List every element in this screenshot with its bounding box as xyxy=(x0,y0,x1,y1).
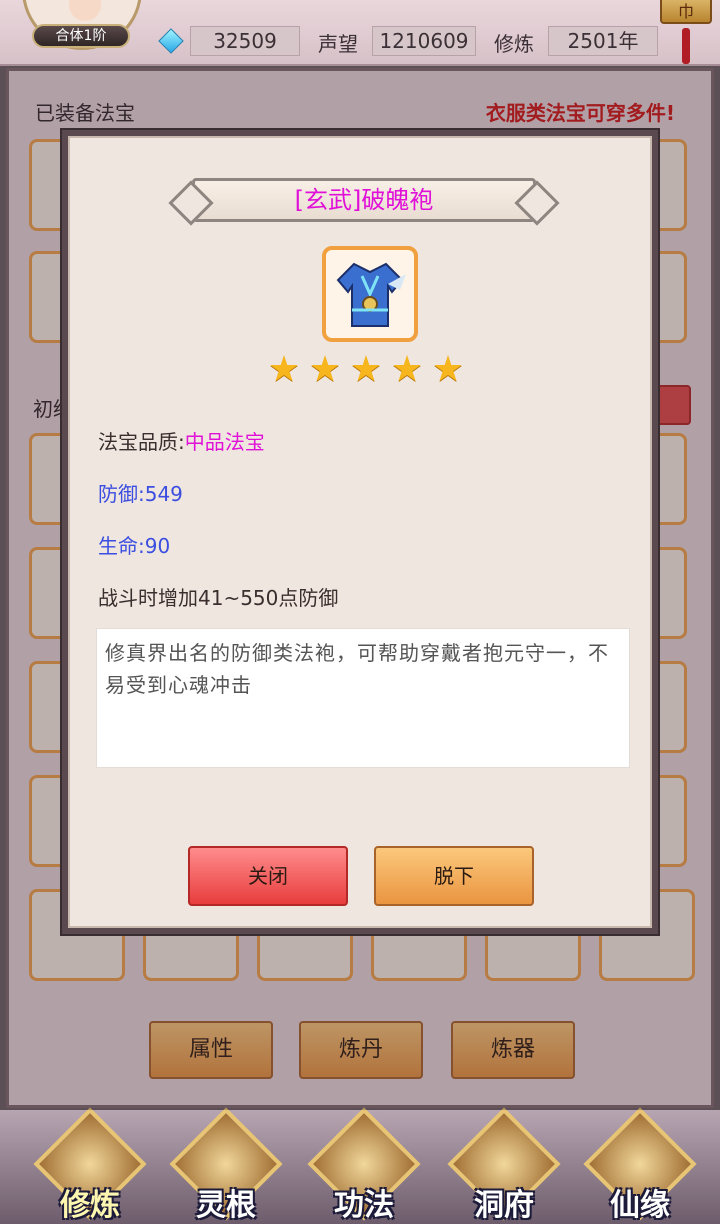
nav-fortune[interactable]: 仙缘 xyxy=(580,1107,700,1223)
artifact-name: [玄武]破魄袍 xyxy=(294,186,434,214)
defense-stat: 防御:549 xyxy=(98,482,183,506)
quality-label: 法宝品质: xyxy=(98,430,185,454)
description-box: 修真界出名的防御类法袍，可帮助穿戴者抱元守一，不易受到心魂冲击 xyxy=(96,628,630,768)
menu-emblem-icon[interactable]: 巾 xyxy=(660,0,712,24)
nav-spirit-root-label: 灵根 xyxy=(196,1188,256,1223)
cultivation-value: 2501年 xyxy=(548,26,658,56)
spirit-stone-icon xyxy=(158,28,184,54)
nav-cave-label: 洞府 xyxy=(474,1188,534,1223)
prestige-label: 声望 xyxy=(318,32,358,56)
nav-cultivate-label: 修炼 xyxy=(60,1188,120,1223)
nav-techniques-label: 功法 xyxy=(334,1188,394,1223)
star-icon: ★ xyxy=(390,349,424,390)
title-plate: [玄武]破魄袍 xyxy=(192,178,536,222)
tassel-decoration xyxy=(682,28,690,64)
star-icon: ★ xyxy=(431,349,465,390)
nav-fortune-label: 仙缘 xyxy=(610,1188,670,1223)
nav-techniques[interactable]: 功法 xyxy=(304,1107,424,1223)
artifact-icon-frame xyxy=(322,246,418,342)
bottom-navigation: 修炼 灵根 功法 洞府 仙缘 xyxy=(0,1107,720,1224)
unequip-button[interactable]: 脱下 xyxy=(374,846,534,906)
star-icon: ★ xyxy=(308,349,342,390)
star-rating: ★ ★ ★ ★ ★ xyxy=(266,352,476,392)
robe-icon xyxy=(336,262,406,327)
quality-value: 中品法宝 xyxy=(184,430,265,454)
star-icon: ★ xyxy=(349,349,383,390)
realm-badge: 合体1阶 xyxy=(32,24,130,48)
cultivation-label: 修炼 xyxy=(494,32,534,56)
nav-cultivate[interactable]: 修炼 xyxy=(30,1107,150,1223)
top-status-bar: 合体1阶 32509 声望 1210609 修炼 2501年 巾 xyxy=(0,0,720,66)
avatar-face xyxy=(69,0,101,21)
quality-row: 法宝品质:中品法宝 xyxy=(98,426,265,455)
nav-cave[interactable]: 洞府 xyxy=(444,1107,564,1223)
effect-text: 战斗时增加41~550点防御 xyxy=(98,586,339,610)
star-icon: ★ xyxy=(267,349,301,390)
prestige-value: 1210609 xyxy=(372,26,476,56)
nav-spirit-root[interactable]: 灵根 xyxy=(166,1107,286,1223)
close-button[interactable]: 关闭 xyxy=(188,846,348,906)
life-stat: 生命:90 xyxy=(98,534,171,558)
artifact-detail-dialog: [玄武]破魄袍 ★ ★ ★ ★ ★ 法宝品质:中品法宝 防御:549 生命:90 战斗时… xyxy=(60,128,660,936)
spirit-stone-count: 32509 xyxy=(190,26,300,56)
dialog-body: [玄武]破魄袍 ★ ★ ★ ★ ★ 法宝品质:中品法宝 防御:549 生命:90 战斗时… xyxy=(68,136,652,928)
